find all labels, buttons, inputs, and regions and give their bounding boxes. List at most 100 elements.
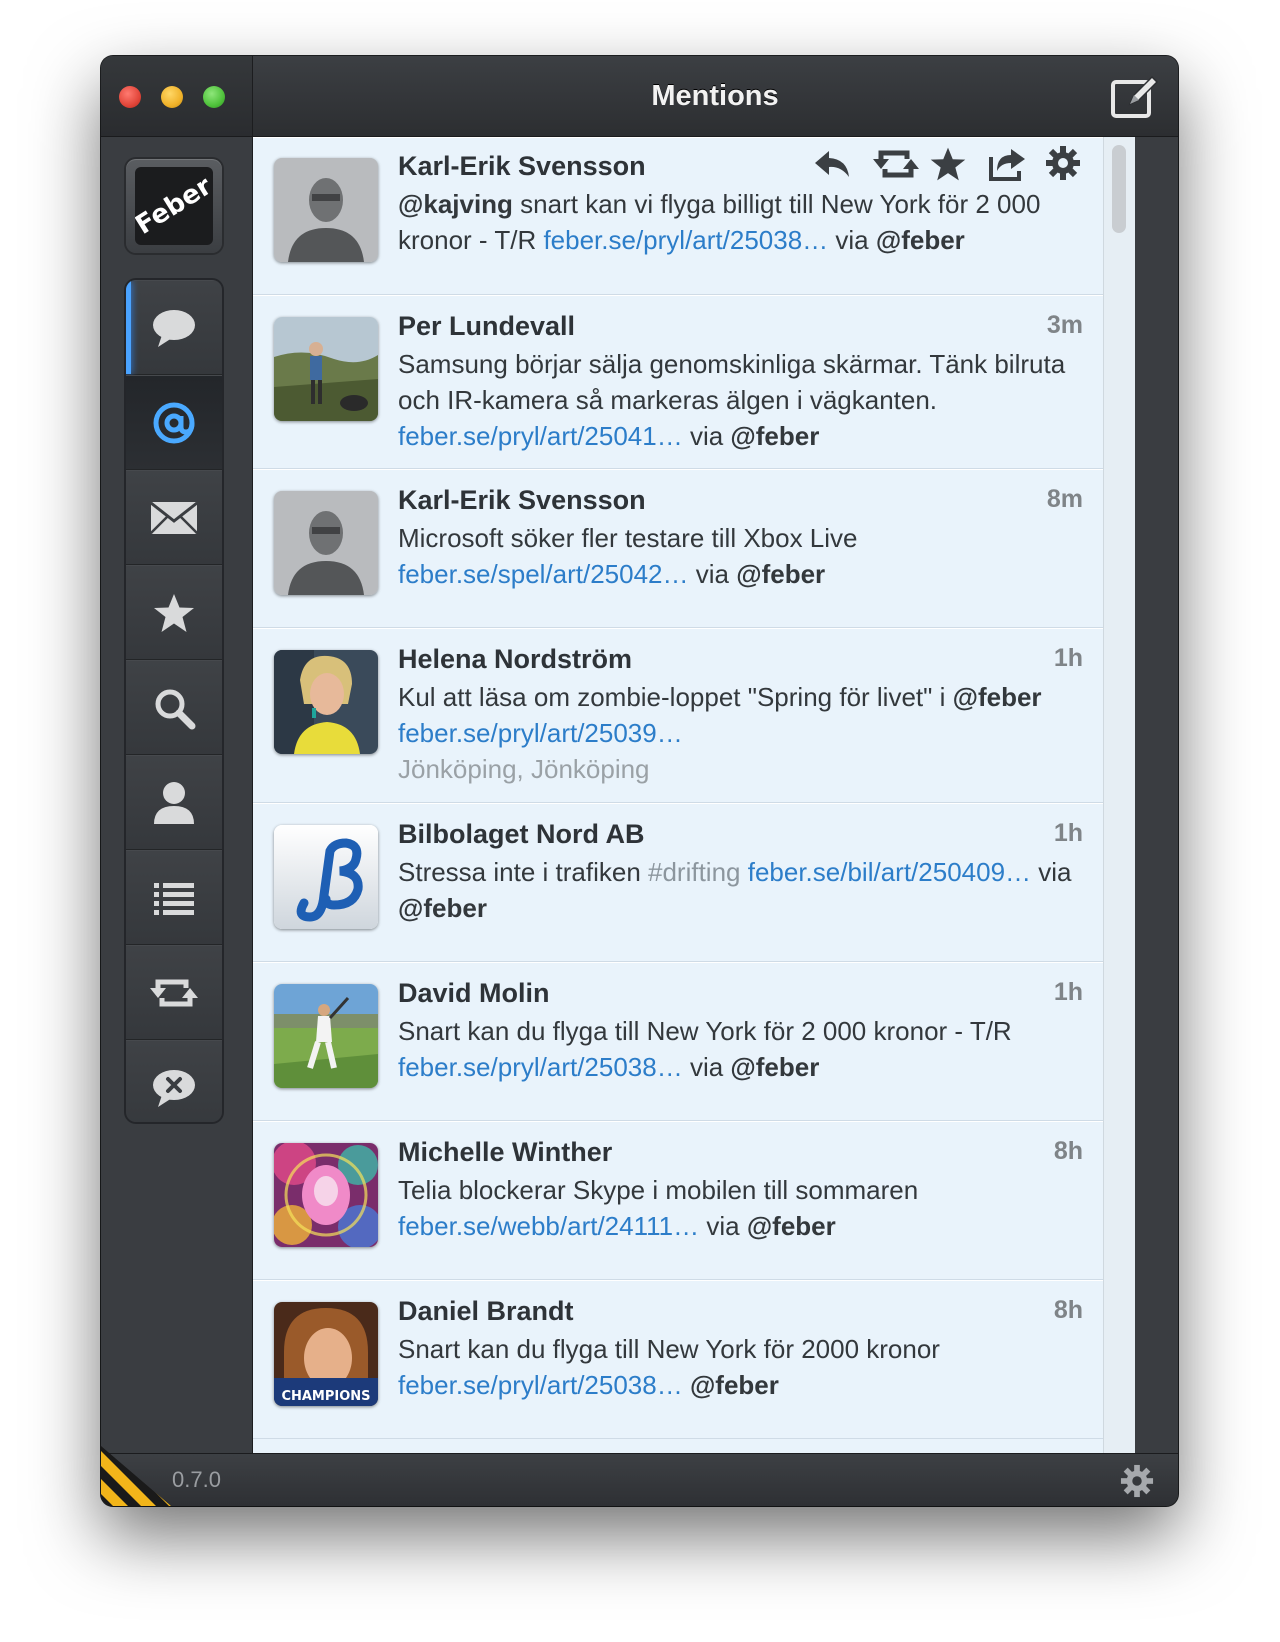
app-window: Mentions Feber Karl-Erik Svensson @kajvi… [101,56,1178,1506]
close-window-button[interactable] [119,86,141,108]
avatar[interactable] [274,825,378,929]
tweet-mention[interactable]: @feber [736,559,825,589]
tweet-author[interactable]: Karl-Erik Svensson [398,485,1083,516]
tweet-text-segment: via [699,1211,747,1241]
tweet-mention[interactable]: @feber [876,225,965,255]
scrollbar[interactable] [1103,137,1136,1454]
tweet-link[interactable]: feber.se/pryl/art/25039… [398,718,683,748]
tweet-link[interactable]: feber.se/webb/art/24111… [398,1211,699,1241]
zoom-window-button[interactable] [203,86,225,108]
star-icon [930,147,966,181]
tweet-author[interactable]: Helena Nordström [398,644,1083,675]
tweet-item[interactable]: Bilbolaget Nord AB 1h Stressa inte i tra… [253,803,1103,962]
sidebar-item-profile[interactable] [126,755,222,850]
tweet-text-segment: Snart kan du flyga till New York för 2 0… [398,1016,1012,1046]
share-button[interactable] [987,145,1025,183]
sidebar-item-muted[interactable] [126,1040,222,1122]
sidebar-item-lists[interactable] [126,850,222,945]
account-logo: Feber [135,167,213,245]
tweet-mention[interactable]: @feber [730,421,819,451]
tweet-text-segment: Snart kan du flyga till New York för 200… [398,1334,940,1364]
tweet-mention[interactable]: @feber [730,1052,819,1082]
sidebar-item-retweets[interactable] [126,945,222,1040]
tweet-item[interactable]: Michelle Winther 8h Telia blockerar Skyp… [253,1121,1103,1280]
tweet-item[interactable]: Per Lundevall 3m Samsung börjar sälja ge… [253,295,1103,469]
compose-button[interactable] [1110,74,1160,120]
tweet-item[interactable]: CHAMPIONS Daniel Brandt 8h Snart kan du … [253,1280,1103,1439]
tweet-text: Telia blockerar Skype i mobilen till som… [398,1172,1083,1244]
tweet-mention[interactable]: @feber [953,682,1042,712]
sidebar-item-favorites[interactable] [126,565,222,660]
tweet-item[interactable]: Karl-Erik Svensson 8m Microsoft söker fl… [253,469,1103,628]
tweet-mention[interactable]: @feber [747,1211,836,1241]
tweet-author[interactable]: Michelle Winther [398,1137,1083,1168]
tweet-item[interactable]: David Molin 1h Snart kan du flyga till N… [253,962,1103,1121]
title-bar: Mentions [101,56,1178,137]
tweet-item[interactable]: Karl-Erik Svensson @kajving snart kan vi… [253,137,1103,295]
window-title: Mentions [651,80,779,112]
tweet-item[interactable]: Helena Nordström 1h Kul att läsa om zomb… [253,628,1103,803]
tweet-author[interactable]: Bilbolaget Nord AB [398,819,1083,850]
avatar[interactable] [274,491,378,595]
tweet-settings-button[interactable] [1045,145,1083,183]
tweet-feed[interactable]: Karl-Erik Svensson @kajving snart kan vi… [253,137,1103,1454]
gear-icon [1046,146,1080,180]
compose-icon [1111,75,1159,118]
tweet-text-segment: Microsoft söker fler testare till Xbox L… [398,523,858,553]
tweet-link[interactable]: feber.se/spel/art/25042… [398,559,689,589]
preferences-button[interactable] [1120,1464,1154,1498]
tweet-mention[interactable]: @feber [398,893,487,923]
speech-bubble-icon [153,309,195,347]
reply-button[interactable] [813,145,851,183]
account-avatar-button[interactable]: Feber [126,159,222,253]
tweet-link[interactable]: feber.se/pryl/art/25038… [543,225,828,255]
tweet-time: 8h [1053,1137,1083,1165]
sidebar-item-mentions[interactable] [126,375,222,470]
tweet-time: 1h [1053,644,1083,672]
avatar[interactable] [274,650,378,754]
tweet-mention[interactable]: @kajving [398,189,513,219]
star-icon [154,593,194,632]
sidebar-item-search[interactable] [126,660,222,755]
tweet-mention[interactable]: @feber [690,1370,779,1400]
tweet-text-segment: Stressa inte i trafiken [398,857,648,887]
minimize-window-button[interactable] [161,86,183,108]
tweet-author[interactable]: Daniel Brandt [398,1296,1083,1327]
tweet-time: 1h [1053,819,1083,847]
tweet-link[interactable]: feber.se/pryl/art/25038… [398,1052,683,1082]
window-right-edge [1135,137,1178,1454]
tweet-text: @kajving snart kan vi flyga billigt till… [398,186,1083,258]
avatar[interactable] [274,317,378,421]
tweet-text: Kul att läsa om zombie-loppet "Spring fö… [398,679,1083,751]
tweet-author[interactable]: Per Lundevall [398,311,1083,342]
avatar[interactable] [274,984,378,1088]
avatar[interactable] [274,158,378,262]
tweet-text-segment: via [828,225,876,255]
magnifier-icon [155,689,196,729]
tweet-text-segment: Samsung börjar sälja genomskinliga skärm… [398,349,1066,415]
avatar[interactable]: CHAMPIONS [274,1302,378,1406]
favorite-button[interactable] [929,145,967,183]
status-bar: 0.7.0 [101,1446,1178,1506]
tweet-text: Stressa inte i trafiken #drifting feber.… [398,854,1083,926]
tweet-content: Karl-Erik Svensson @kajving snart kan vi… [398,146,1083,258]
retweet-button[interactable] [871,145,919,183]
reply-icon [815,151,849,177]
sidebar-item-messages[interactable] [126,470,222,565]
sidebar-item-timeline[interactable] [126,280,222,375]
tweet-link[interactable]: feber.se/bil/art/250409… [748,857,1031,887]
tweet-location[interactable]: Jönköping, Jönköping [398,751,1083,787]
tweet-content: Bilbolaget Nord AB 1h Stressa inte i tra… [398,819,1083,926]
tweet-content: Per Lundevall 3m Samsung börjar sälja ge… [398,311,1083,454]
tweet-content: Helena Nordström 1h Kul att läsa om zomb… [398,644,1083,787]
tweet-author[interactable]: David Molin [398,978,1083,1009]
avatar[interactable] [274,1143,378,1247]
scrollbar-thumb[interactable] [1112,145,1126,233]
tweet-link[interactable]: feber.se/pryl/art/25038… [398,1370,683,1400]
gear-icon [1120,1464,1154,1498]
tweet-hashtag[interactable]: #drifting [648,857,741,887]
account-logo-text: Feber [135,171,213,241]
tweet-link[interactable]: feber.se/pryl/art/25041… [398,421,683,451]
tweet-time: 3m [1046,311,1083,339]
envelope-icon [150,501,198,534]
